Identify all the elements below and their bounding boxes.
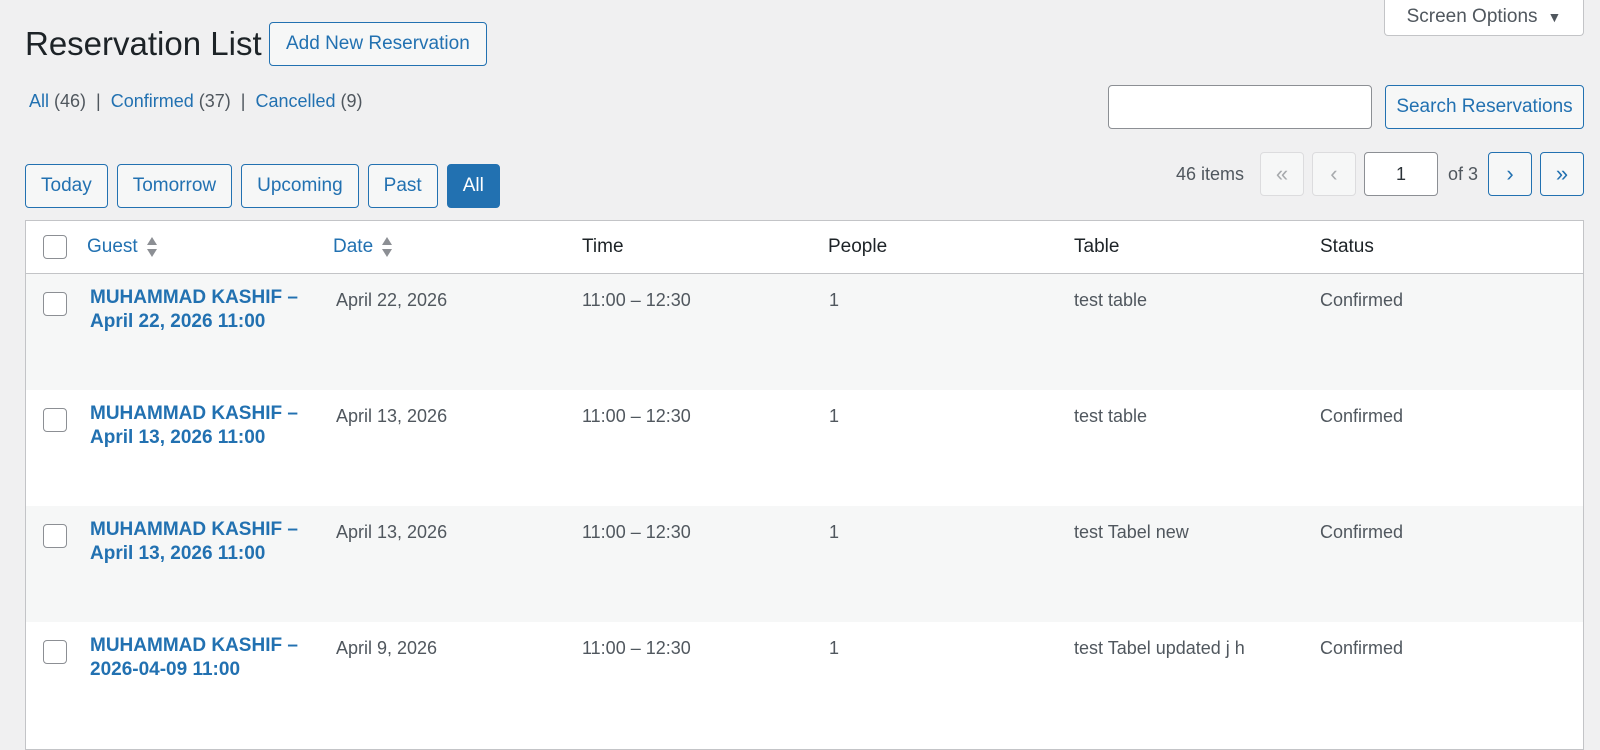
date-cell: April 22, 2026 [336,290,448,310]
status-views: All (46) | Confirmed (37) | Cancelled (9… [29,89,363,113]
views-separator: | [240,91,246,111]
next-page-button[interactable]: › [1488,152,1532,196]
time-cell: 11:00 – 12:30 [582,290,691,310]
column-header-time: Time [582,236,624,257]
view-confirmed-count: (37) [198,91,231,111]
search-input[interactable] [1108,85,1372,129]
table-row: MUHAMMAD KASHIF – April 13, 2026 11:00 A… [26,506,1583,622]
time-cell: 11:00 – 12:30 [582,522,691,542]
row-checkbox[interactable] [43,292,67,316]
last-page-button[interactable]: » [1540,152,1584,196]
screen-options-label: Screen Options [1406,5,1538,27]
date-cell: April 13, 2026 [336,406,448,426]
view-confirmed-link[interactable]: Confirmed [111,89,194,113]
items-count: 46 items [1175,163,1244,184]
date-cell: April 9, 2026 [336,638,438,658]
row-checkbox[interactable] [43,408,67,432]
column-label: Guest [87,236,138,257]
column-header-date[interactable]: Date [333,236,393,258]
column-header-people: People [828,236,888,257]
guest-link[interactable]: MUHAMMAD KASHIF – April 13, 2026 11:00 [90,518,320,566]
status-cell: Confirmed [1320,290,1404,310]
sort-arrows-icon [381,236,393,258]
time-cell: 11:00 – 12:30 [582,406,691,426]
table-cell: test Tabel new [1074,522,1189,542]
first-page-button[interactable]: « [1259,152,1304,196]
people-cell: 1 [829,522,840,542]
screen-options-toggle[interactable]: Screen Options ▼ [1384,0,1584,36]
date-filter-group: Today Tomorrow Upcoming Past All [25,164,500,208]
pagination: 46 items « ‹ of 3 › » [1176,152,1584,196]
filter-all-button[interactable]: All [446,164,500,208]
triangle-down-icon: ▼ [1547,8,1562,25]
current-page-input[interactable] [1363,152,1438,196]
status-cell: Confirmed [1320,638,1404,658]
guest-link[interactable]: MUHAMMAD KASHIF – April 13, 2026 11:00 [90,402,320,450]
status-cell: Confirmed [1320,522,1404,542]
reservations-table: Guest Date Time People Table Status MUHA… [25,220,1584,750]
table-cell: test table [1074,406,1148,426]
status-cell: Confirmed [1320,406,1404,426]
filter-upcoming-button[interactable]: Upcoming [241,164,359,208]
people-cell: 1 [829,638,840,658]
filter-past-button[interactable]: Past [367,164,438,208]
sort-arrows-icon [146,236,158,258]
table-row: MUHAMMAD KASHIF – April 22, 2026 11:00 A… [26,274,1583,390]
row-checkbox[interactable] [43,524,67,548]
total-pages-text: of 3 [1447,163,1478,184]
search-reservations-button[interactable]: Search Reservations [1385,85,1584,129]
prev-page-button[interactable]: ‹ [1311,152,1356,196]
table-cell: test table [1074,290,1148,310]
table-cell: test Tabel updated j h [1074,638,1245,658]
date-cell: April 13, 2026 [336,522,448,542]
row-checkbox[interactable] [43,640,67,664]
filter-today-button[interactable]: Today [25,164,108,208]
view-all-link[interactable]: All [29,89,49,113]
column-header-guest[interactable]: Guest [87,236,158,258]
people-cell: 1 [829,290,840,310]
table-row: MUHAMMAD KASHIF – April 13, 2026 11:00 A… [26,390,1583,506]
time-cell: 11:00 – 12:30 [582,638,691,658]
column-label: Date [333,236,374,257]
guest-link[interactable]: MUHAMMAD KASHIF – April 22, 2026 11:00 [90,286,320,334]
add-new-reservation-button[interactable]: Add New Reservation [269,22,487,66]
table-header: Guest Date Time People Table Status [26,221,1583,274]
table-row: MUHAMMAD KASHIF – 2026-04-09 11:00 April… [26,622,1583,738]
filter-tomorrow-button[interactable]: Tomorrow [116,164,233,208]
views-separator: | [96,91,101,111]
view-cancelled-link[interactable]: Cancelled [255,89,335,113]
guest-link[interactable]: MUHAMMAD KASHIF – 2026-04-09 11:00 [90,634,320,682]
column-header-table: Table [1074,236,1120,257]
select-all-checkbox[interactable] [43,235,67,259]
page-title: Reservation List [25,25,262,62]
people-cell: 1 [829,406,840,426]
view-cancelled-count: (9) [340,91,363,111]
view-all-count: (46) [54,91,87,111]
column-header-status: Status [1320,236,1374,257]
